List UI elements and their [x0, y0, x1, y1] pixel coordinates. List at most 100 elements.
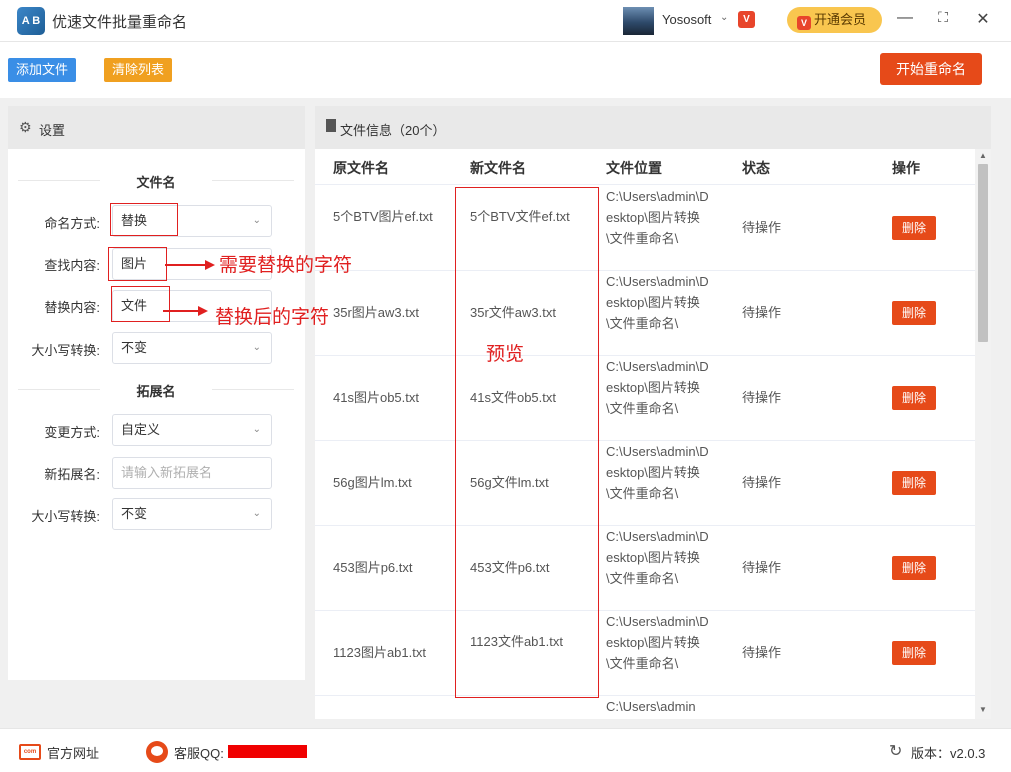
website-icon[interactable]: com	[19, 744, 41, 760]
scroll-down-icon[interactable]: ▼	[975, 705, 991, 714]
chevron-down-icon: ⌄	[252, 342, 261, 353]
replace-annotation: 替换后的字符	[215, 307, 330, 328]
annotation-arrow	[163, 310, 201, 312]
ext-case-label: 大小写转换:	[31, 509, 100, 524]
start-rename-button[interactable]: 开始重命名	[880, 53, 982, 85]
version-label: 版本：v2.0.3	[911, 746, 986, 761]
redacted-qq-number	[228, 745, 307, 758]
replace-content-label: 替换内容:	[44, 300, 100, 315]
app-logo-icon: A B	[17, 7, 45, 35]
original-name: 1123图片ab1.txt	[333, 645, 426, 660]
col-status: 状态	[742, 160, 770, 176]
file-location: C:\Users\admin\Desktop\图片转换\文件重命名\	[606, 189, 709, 246]
chevron-down-icon: ⌄	[252, 508, 261, 519]
avatar[interactable]	[623, 7, 654, 35]
table-row[interactable]: 56g图片lm.txt 56g文件lm.txt C:\Users\admin\D…	[315, 441, 975, 526]
customer-service-qq[interactable]: 客服QQ:	[174, 743, 224, 762]
table-header: 原文件名 新文件名 文件位置 状态 操作	[315, 149, 975, 185]
ext-mode-value: 自定义	[121, 422, 161, 437]
files-title: 文件信息（20个）	[340, 123, 446, 138]
status: 待操作	[742, 645, 782, 660]
table-row[interactable]: C:\Users\admin	[315, 696, 975, 719]
official-site-link[interactable]: 官方网址	[47, 743, 99, 762]
vip-badge-icon: V	[738, 11, 755, 28]
minimize-icon[interactable]: —	[895, 9, 915, 27]
app-title: 优速文件批量重命名	[52, 14, 188, 31]
original-name: 453图片p6.txt	[333, 560, 413, 575]
arrow-head-icon	[198, 306, 208, 316]
divider	[212, 389, 294, 390]
annotation-frame	[111, 286, 170, 322]
chevron-down-icon: ⌄	[252, 215, 261, 226]
username[interactable]: Yososoft	[662, 12, 711, 27]
delete-button[interactable]: 删除	[892, 556, 936, 580]
file-location: C:\Users\admin\Desktop\图片转换\文件重命名\	[606, 529, 709, 586]
preview-annotation-frame	[455, 187, 599, 698]
file-location: C:\Users\admin\Desktop\图片转换\文件重命名\	[606, 274, 709, 331]
vip-icon: V	[797, 16, 811, 30]
delete-button[interactable]: 删除	[892, 641, 936, 665]
original-name: 35r图片aw3.txt	[333, 305, 419, 320]
filename-section-title: 文件名	[136, 175, 176, 190]
original-name: 41s图片ob5.txt	[333, 390, 419, 405]
file-location: C:\Users\admin\Desktop\图片转换\文件重命名\	[606, 614, 709, 671]
table-row[interactable]: 41s图片ob5.txt 41s文件ob5.txt C:\Users\admin…	[315, 356, 975, 441]
table-row[interactable]: 1123图片ab1.txt 1123文件ab1.txt C:\Users\adm…	[315, 611, 975, 696]
table-row[interactable]: 35r图片aw3.txt 35r文件aw3.txt C:\Users\admin…	[315, 271, 975, 356]
scrollbar-thumb[interactable]	[978, 164, 988, 342]
annotation-arrow	[165, 264, 208, 266]
status: 待操作	[742, 305, 782, 320]
original-name: 56g图片lm.txt	[333, 475, 412, 490]
vip-button[interactable]: V 开通会员	[787, 7, 882, 33]
delete-button[interactable]: 删除	[892, 386, 936, 410]
status: 待操作	[742, 475, 782, 490]
extension-section-title: 拓展名	[136, 384, 176, 399]
original-name: 5个BTV图片ef.txt	[333, 209, 433, 224]
close-icon[interactable]: ✕	[973, 9, 993, 29]
delete-button[interactable]: 删除	[892, 216, 936, 240]
naming-mode-label: 命名方式:	[44, 216, 100, 231]
col-new-name: 新文件名	[470, 160, 526, 176]
gear-icon: ⚙	[19, 119, 32, 135]
col-action: 操作	[892, 160, 920, 176]
clear-list-button[interactable]: 清除列表	[104, 58, 173, 82]
arrow-head-icon	[205, 260, 215, 270]
document-icon	[326, 119, 336, 132]
find-annotation: 需要替换的字符	[219, 255, 353, 276]
status: 待操作	[742, 390, 782, 405]
new-ext-input[interactable]: 请输入新拓展名	[112, 457, 272, 489]
file-location: C:\Users\admin\Desktop\图片转换\文件重命名\	[606, 444, 709, 501]
annotation-frame	[110, 203, 178, 236]
status: 待操作	[742, 220, 782, 235]
annotation-frame	[108, 247, 167, 281]
divider	[212, 180, 294, 181]
table-row[interactable]: 453图片p6.txt 453文件p6.txt C:\Users\admin\D…	[315, 526, 975, 611]
case-conversion-label: 大小写转换:	[31, 343, 100, 358]
refresh-icon[interactable]: ↻	[889, 741, 902, 761]
table-row[interactable]: 5个BTV图片ef.txt 5个BTV文件ef.txt C:\Users\adm…	[315, 186, 975, 271]
delete-button[interactable]: 删除	[892, 471, 936, 495]
find-content-label: 查找内容:	[44, 258, 100, 273]
chevron-down-icon[interactable]: ⌄	[720, 12, 728, 23]
delete-button[interactable]: 删除	[892, 301, 936, 325]
ext-case-select[interactable]: 不变 ⌄	[112, 498, 272, 530]
ext-mode-label: 变更方式:	[44, 425, 100, 440]
file-location: C:\Users\admin	[606, 699, 696, 714]
settings-header: ⚙ 设置	[8, 106, 305, 149]
divider	[18, 180, 100, 181]
col-location: 文件位置	[606, 160, 662, 176]
scroll-up-icon[interactable]: ▲	[975, 151, 991, 160]
maximize-icon[interactable]: ⛶	[933, 9, 953, 26]
col-original-name: 原文件名	[333, 160, 389, 176]
preview-annotation: 预览	[486, 344, 525, 365]
files-header: 文件信息（20个）	[315, 106, 991, 149]
settings-title: 设置	[39, 123, 66, 138]
case-conversion-select[interactable]: 不变 ⌄	[112, 332, 272, 364]
vip-button-label: 开通会员	[814, 12, 867, 27]
file-location: C:\Users\admin\Desktop\图片转换\文件重命名\	[606, 359, 709, 416]
ext-mode-select[interactable]: 自定义 ⌄	[112, 414, 272, 446]
new-ext-label: 新拓展名:	[44, 467, 100, 482]
customer-service-icon[interactable]	[146, 741, 168, 763]
status: 待操作	[742, 560, 782, 575]
add-files-button[interactable]: 添加文件	[8, 58, 77, 82]
